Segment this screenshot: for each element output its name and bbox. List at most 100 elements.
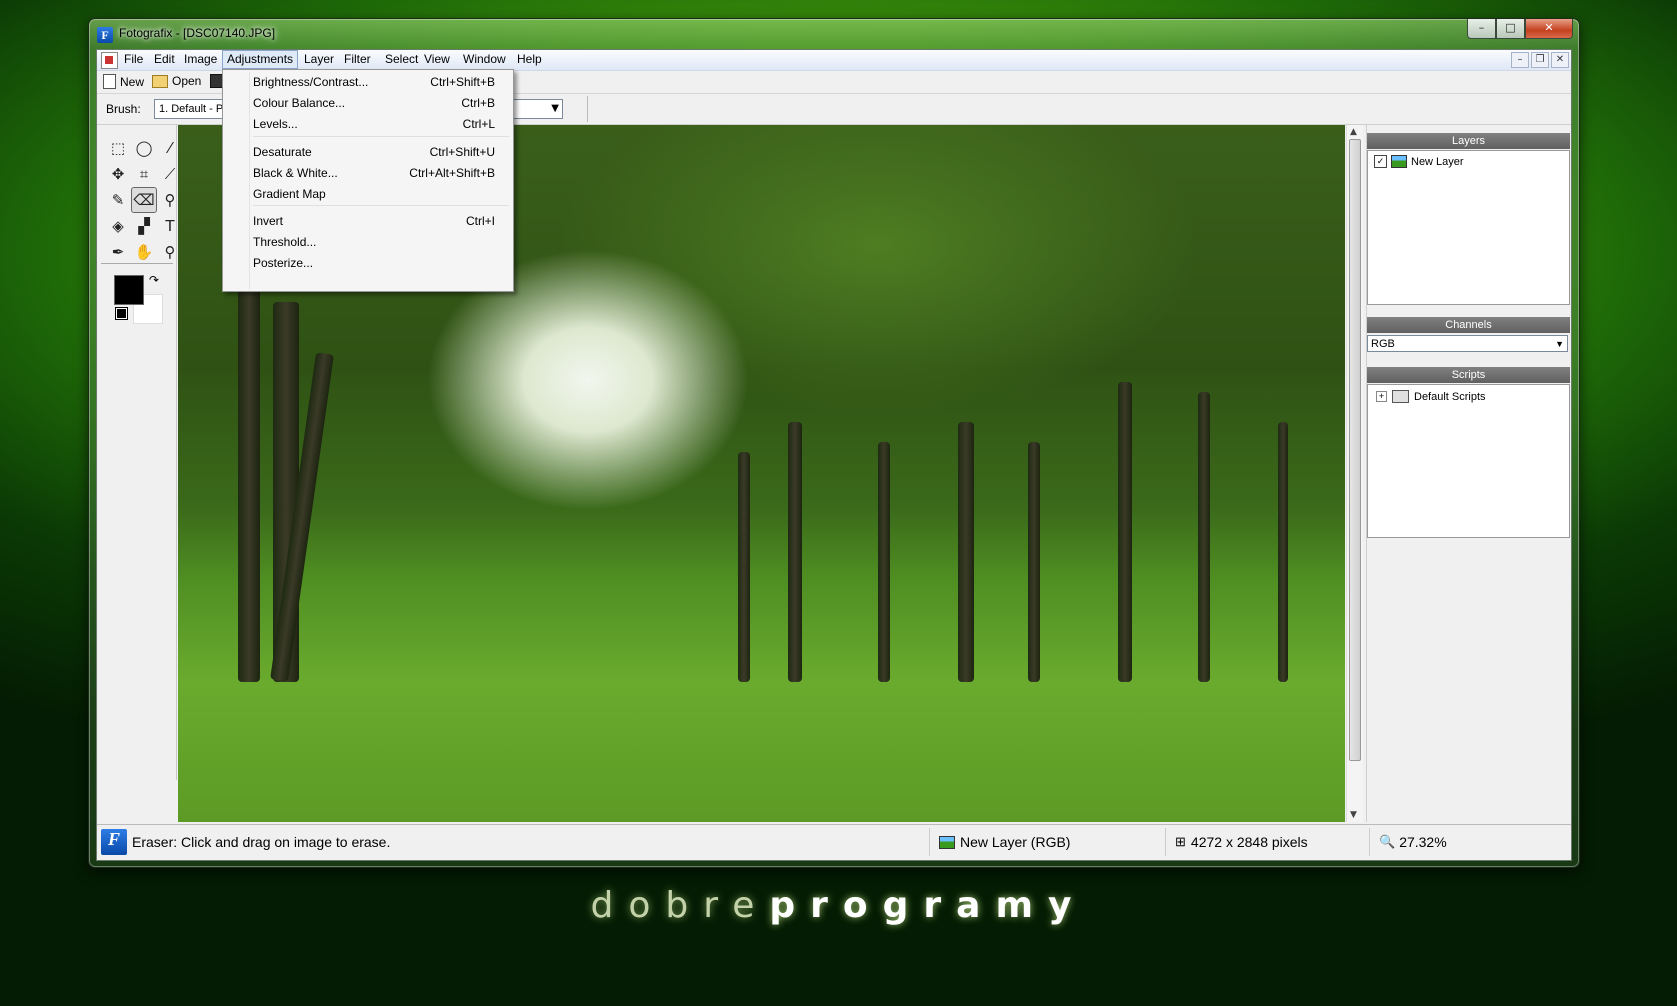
status-divider bbox=[1369, 828, 1370, 856]
layer-item[interactable]: ✓ New Layer bbox=[1374, 155, 1464, 168]
menu-item-desaturate[interactable]: Desaturate Ctrl+Shift+U bbox=[253, 142, 495, 162]
menu-filter[interactable]: Filter bbox=[340, 51, 375, 68]
script-folder-item[interactable]: + Default Scripts bbox=[1376, 390, 1486, 403]
menu-bar: File Edit Image Adjustments Layer Filter… bbox=[97, 50, 1571, 71]
brush-select[interactable]: 1. Default - Pe bbox=[154, 99, 226, 119]
menu-edit[interactable]: Edit bbox=[150, 51, 179, 68]
new-button[interactable]: New bbox=[103, 74, 144, 89]
status-layer-text: New Layer (RGB) bbox=[960, 834, 1071, 850]
gradient-tool-icon[interactable]: ▞ bbox=[131, 213, 157, 239]
status-divider bbox=[1165, 828, 1166, 856]
menu-item-colour-balance[interactable]: Colour Balance... Ctrl+B bbox=[253, 93, 495, 113]
status-message: Eraser: Click and drag on image to erase… bbox=[132, 834, 391, 850]
channels-panel-title: Channels bbox=[1367, 317, 1570, 333]
layer-visibility-checkbox[interactable]: ✓ bbox=[1374, 155, 1387, 168]
menu-layer[interactable]: Layer bbox=[300, 51, 338, 68]
vertical-scrollbar[interactable]: ▲ ▼ bbox=[1346, 125, 1363, 822]
menu-item-posterize[interactable]: Posterize... bbox=[253, 253, 495, 273]
brand-light: dobre bbox=[590, 885, 770, 926]
status-divider bbox=[929, 828, 930, 856]
brush-label: Brush: bbox=[106, 102, 141, 116]
foreground-color-swatch[interactable] bbox=[114, 275, 144, 305]
status-bar: F Eraser: Click and drag on image to era… bbox=[97, 824, 1571, 860]
tree-trunk bbox=[738, 452, 750, 682]
menu-item-gradient-map[interactable]: Gradient Map bbox=[253, 184, 495, 204]
menu-select[interactable]: Select bbox=[381, 51, 422, 68]
scroll-down-icon[interactable]: ▼ bbox=[1350, 810, 1357, 820]
menu-item-label: Black & White... bbox=[253, 166, 338, 180]
menu-file[interactable]: File bbox=[120, 51, 147, 68]
open-button[interactable]: Open bbox=[152, 74, 201, 88]
eyedropper-tool-icon[interactable]: ✒ bbox=[105, 239, 131, 265]
app-icon: F bbox=[97, 27, 113, 43]
app-logo-icon: F bbox=[101, 829, 127, 855]
ellipse-select-tool-icon[interactable]: ◯ bbox=[131, 135, 157, 161]
tree-trunk bbox=[1198, 392, 1210, 682]
menu-item-invert[interactable]: Invert Ctrl+I bbox=[253, 211, 495, 231]
toolbar-divider bbox=[587, 96, 588, 122]
layers-panel-title: Layers bbox=[1367, 133, 1570, 149]
menu-help[interactable]: Help bbox=[513, 51, 546, 68]
mdi-close-button[interactable]: ✕ bbox=[1551, 52, 1569, 68]
channel-select-value: RGB bbox=[1371, 338, 1395, 350]
status-zoom[interactable]: 🔍 27.32% bbox=[1379, 834, 1447, 850]
menu-image[interactable]: Image bbox=[180, 51, 221, 68]
layer-name: New Layer bbox=[1411, 155, 1464, 168]
move-tool-icon[interactable]: ✥ bbox=[105, 161, 131, 187]
chevron-down-icon: ▼ bbox=[1555, 339, 1564, 349]
panels-dock: Layers ✓ New Layer Channels RGB ▼ Script… bbox=[1366, 125, 1570, 822]
menu-item-label: Brightness/Contrast... bbox=[253, 75, 369, 89]
channel-select[interactable]: RGB ▼ bbox=[1367, 335, 1568, 352]
title-bar[interactable]: F Fotografix - [DSC07140.JPG] – □ ✕ bbox=[89, 19, 1579, 49]
tree-trunk bbox=[1118, 382, 1132, 682]
expand-icon[interactable]: + bbox=[1376, 391, 1387, 402]
swap-colors-icon[interactable]: ↷ bbox=[149, 273, 159, 287]
rect-select-tool-icon[interactable]: ⬚ bbox=[105, 135, 131, 161]
new-document-icon bbox=[103, 74, 116, 89]
scrollbar-thumb[interactable] bbox=[1349, 139, 1361, 761]
status-image-size: ⊞ 4272 x 2848 pixels bbox=[1175, 834, 1308, 850]
tree-trunk bbox=[1028, 442, 1040, 682]
minimize-button[interactable]: – bbox=[1467, 19, 1496, 39]
mdi-restore-button[interactable]: ❐ bbox=[1531, 52, 1549, 68]
hand-tool-icon[interactable]: ✋ bbox=[131, 239, 157, 265]
menu-separator bbox=[253, 136, 509, 137]
crop-tool-icon[interactable]: ⌗ bbox=[131, 161, 157, 187]
maximize-button[interactable]: □ bbox=[1496, 19, 1525, 39]
layer-thumbnail-icon bbox=[939, 835, 955, 849]
scripts-panel-title: Scripts bbox=[1367, 367, 1570, 383]
menu-item-shortcut: Ctrl+Shift+U bbox=[429, 145, 495, 159]
layer-thumbnail-icon bbox=[1391, 155, 1407, 168]
status-zoom-text: 27.32% bbox=[1399, 834, 1447, 850]
scroll-up-icon[interactable]: ▲ bbox=[1350, 127, 1357, 137]
menu-item-brightness-contrast[interactable]: Brightness/Contrast... Ctrl+Shift+B bbox=[253, 72, 495, 92]
mdi-minimize-button[interactable]: – bbox=[1511, 52, 1529, 68]
eraser-tool-icon[interactable]: ⌫ bbox=[131, 187, 157, 213]
menu-item-levels[interactable]: Levels... Ctrl+L bbox=[253, 114, 495, 134]
reset-colors-icon[interactable] bbox=[115, 307, 128, 320]
menu-item-shortcut: Ctrl+L bbox=[462, 117, 495, 131]
window-title: Fotografix - [DSC07140.JPG] bbox=[119, 26, 276, 40]
menu-window[interactable]: Window bbox=[459, 51, 510, 68]
tree-trunk bbox=[238, 262, 260, 682]
folder-icon bbox=[1392, 390, 1409, 403]
close-button[interactable]: ✕ bbox=[1525, 19, 1573, 39]
menu-adjustments[interactable]: Adjustments bbox=[222, 50, 299, 69]
client-area: File Edit Image Adjustments Layer Filter… bbox=[96, 49, 1572, 861]
adjustments-dropdown: Brightness/Contrast... Ctrl+Shift+B Colour… bbox=[222, 69, 514, 292]
menu-item-label: Gradient Map bbox=[253, 187, 326, 201]
paint-bucket-tool-icon[interactable]: ◈ bbox=[105, 213, 131, 239]
menu-item-label: Posterize... bbox=[253, 256, 314, 270]
document-icon[interactable] bbox=[101, 52, 118, 69]
menu-view[interactable]: View bbox=[420, 51, 454, 68]
scripts-list: + Default Scripts bbox=[1367, 384, 1570, 538]
menu-item-black-white[interactable]: Black & White... Ctrl+Alt+Shift+B bbox=[253, 163, 495, 183]
open-folder-icon bbox=[152, 74, 168, 88]
tree-trunk bbox=[1278, 422, 1288, 682]
menu-item-shortcut: Ctrl+I bbox=[465, 214, 495, 228]
menu-item-shortcut: Ctrl+Alt+Shift+B bbox=[409, 166, 495, 180]
menu-item-threshold[interactable]: Threshold... bbox=[253, 232, 495, 252]
menu-separator bbox=[253, 205, 509, 206]
tree-trunk bbox=[788, 422, 802, 682]
brush-tool-icon[interactable]: ✎ bbox=[105, 187, 131, 213]
